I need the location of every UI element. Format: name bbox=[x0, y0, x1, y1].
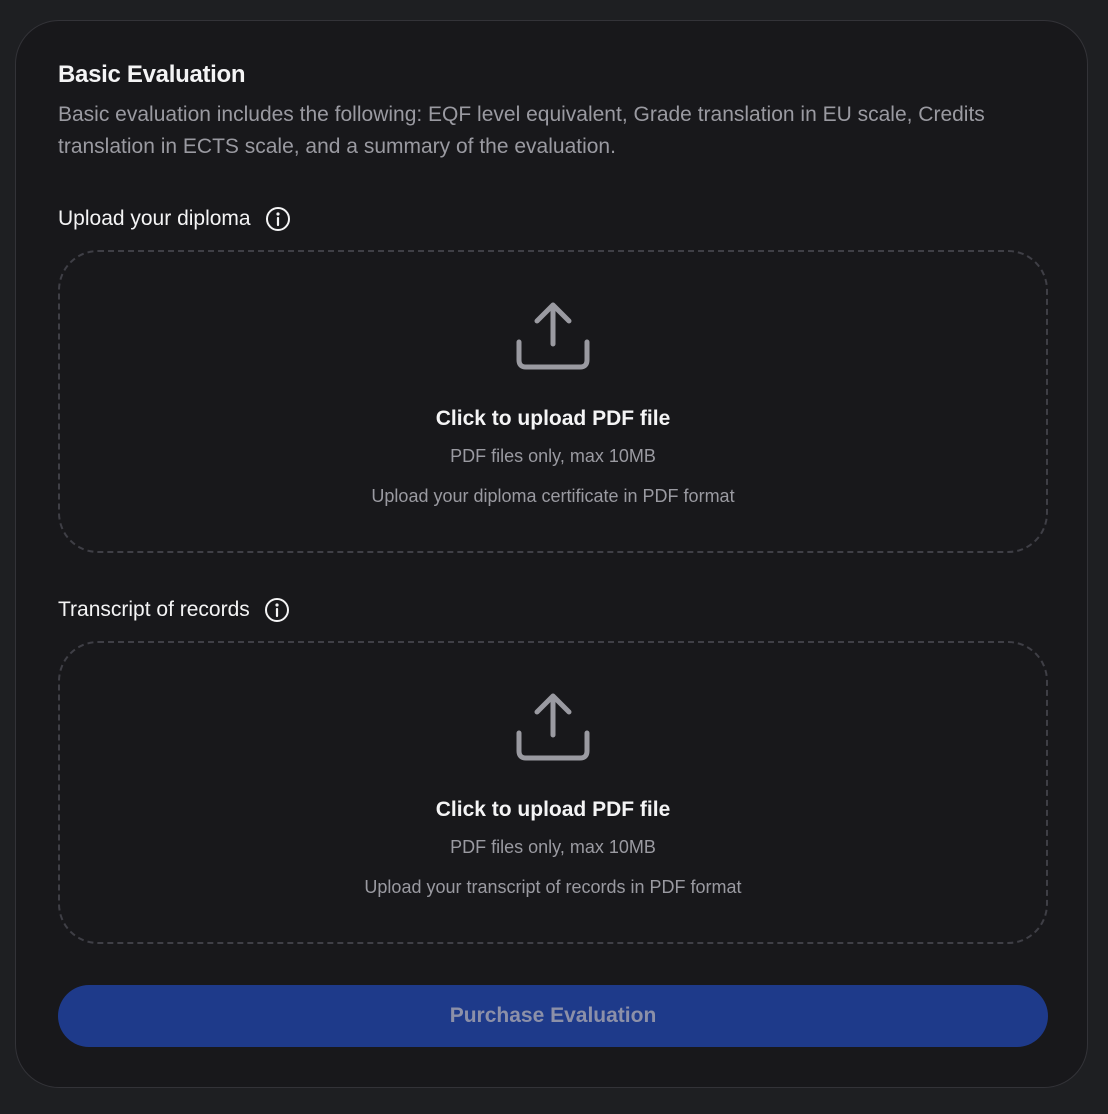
upload-icon bbox=[516, 300, 590, 374]
card-title: Basic Evaluation bbox=[58, 61, 246, 88]
purchase-evaluation-button[interactable]: Purchase Evaluation bbox=[58, 985, 1048, 1047]
dropzone-main-text: Click to upload PDF file bbox=[435, 798, 671, 821]
transcript-upload-dropzone[interactable]: Click to upload PDF file PDF files only,… bbox=[58, 641, 1048, 944]
dropzone-sub-text: PDF files only, max 10MB bbox=[450, 446, 656, 466]
card-description: Basic evaluation includes the following:… bbox=[58, 103, 985, 158]
diploma-field-label: Upload your diploma bbox=[58, 206, 291, 232]
transcript-field-label: Transcript of records bbox=[58, 597, 290, 623]
transcript-label: Transcript of records bbox=[58, 598, 250, 621]
diploma-upload-dropzone[interactable]: Click to upload PDF file PDF files only,… bbox=[58, 250, 1048, 553]
upload-icon bbox=[516, 691, 590, 765]
dropzone-hint-text: Upload your diploma certificate in PDF f… bbox=[371, 486, 735, 506]
dropzone-hint-text: Upload your transcript of records in PDF… bbox=[364, 877, 742, 897]
evaluation-card: Basic Evaluation Basic evaluation includ… bbox=[15, 20, 1088, 1088]
info-icon[interactable] bbox=[265, 206, 291, 232]
info-icon[interactable] bbox=[264, 597, 290, 623]
dropzone-sub-text: PDF files only, max 10MB bbox=[450, 837, 656, 857]
diploma-label: Upload your diploma bbox=[58, 207, 251, 230]
dropzone-main-text: Click to upload PDF file bbox=[435, 407, 671, 430]
